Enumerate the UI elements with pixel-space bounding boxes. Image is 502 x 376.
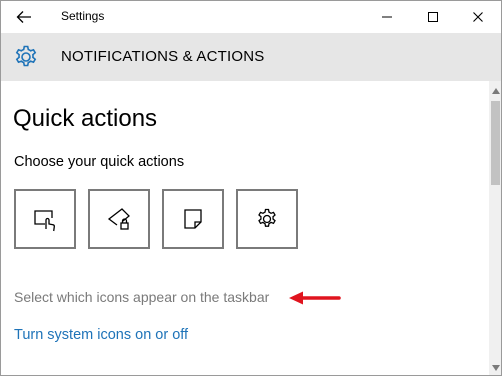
scroll-down-icon — [491, 365, 500, 371]
scroll-up-icon — [491, 88, 500, 94]
scroll-up-button[interactable] — [489, 85, 501, 97]
settings-icon — [258, 208, 276, 227]
scroll-down-button[interactable] — [489, 362, 501, 374]
vertical-scrollbar[interactable] — [489, 81, 501, 375]
tablet-mode-icon — [34, 210, 55, 232]
page-title: NOTIFICATIONS & ACTIONS — [61, 48, 265, 65]
quick-action-tablet-mode[interactable] — [14, 189, 76, 249]
minimize-icon — [382, 16, 392, 18]
maximize-icon — [428, 12, 438, 22]
settings-window: Settings NOTIFICATIONS & ACTIONS Quick a… — [0, 0, 502, 376]
red-arrow-annotation — [289, 291, 341, 305]
back-arrow-icon — [16, 11, 31, 23]
location-icon — [107, 208, 130, 230]
quick-actions-subtitle: Choose your quick actions — [14, 154, 185, 170]
back-button[interactable] — [9, 5, 39, 29]
title-bar: Settings — [1, 1, 501, 33]
minimize-button[interactable] — [365, 1, 409, 33]
content-pane: Quick actions Choose your quick actions — [1, 81, 489, 375]
maximize-button[interactable] — [411, 1, 455, 33]
section-heading: Quick actions — [13, 105, 158, 132]
note-icon — [184, 209, 202, 229]
scroll-thumb[interactable] — [491, 101, 500, 185]
close-button[interactable] — [456, 1, 500, 33]
system-icons-link[interactable]: Turn system icons on or off — [14, 327, 188, 343]
gear-icon — [15, 45, 37, 67]
taskbar-icons-prompt[interactable]: Select which icons appear on the taskbar — [14, 289, 269, 305]
quick-action-location[interactable] — [88, 189, 150, 249]
close-icon — [473, 12, 483, 22]
quick-action-note[interactable] — [162, 189, 224, 249]
page-header: NOTIFICATIONS & ACTIONS — [1, 33, 501, 81]
window-title: Settings — [61, 9, 105, 23]
quick-action-settings[interactable] — [236, 189, 298, 249]
